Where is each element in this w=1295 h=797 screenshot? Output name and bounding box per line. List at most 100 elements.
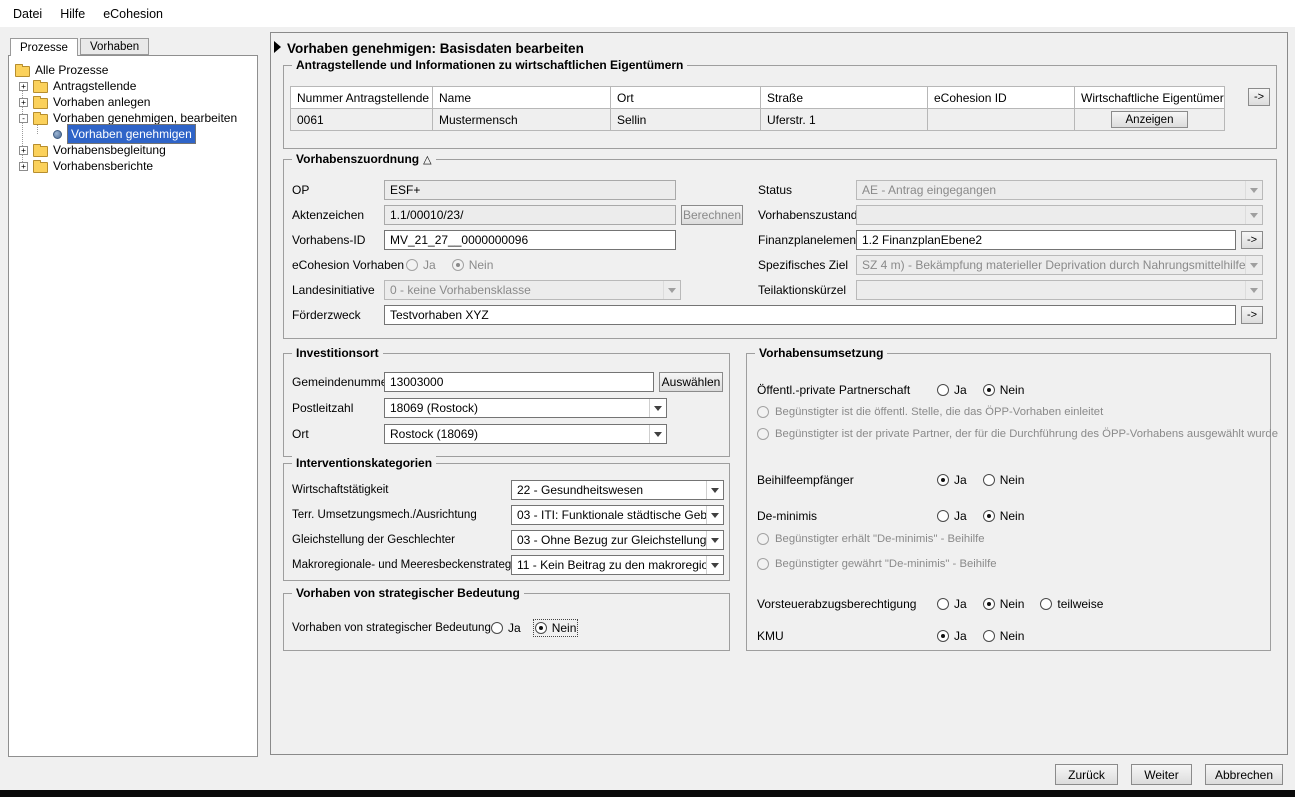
menu-ecohesion[interactable]: eCohesion bbox=[94, 3, 172, 25]
finanzplanelement-goto-button[interactable]: -> bbox=[1241, 231, 1263, 249]
tree-item-label[interactable]: Antragstellende bbox=[53, 79, 136, 93]
folder-icon bbox=[15, 66, 30, 77]
ecohesion-nein-radio[interactable]: Nein bbox=[452, 258, 494, 272]
foerderzweck-goto-button[interactable]: -> bbox=[1241, 306, 1263, 324]
gleichstellung-select[interactable]: 03 - Ohne Bezug zur Gleichstellung ... bbox=[511, 530, 724, 550]
interventionskategorien-groupbox: Interventionskategorien Wirtschaftstätig… bbox=[283, 463, 730, 581]
oepp-nein-radio[interactable]: Nein bbox=[983, 383, 1025, 397]
ort-label: Ort bbox=[292, 427, 384, 441]
foerderzweck-field[interactable]: Testvorhaben XYZ bbox=[384, 305, 1236, 325]
cell-eigentuemer: Anzeigen bbox=[1075, 109, 1225, 131]
folder-icon bbox=[33, 82, 48, 93]
tab-vorhaben[interactable]: Vorhaben bbox=[80, 38, 149, 55]
tree-item-label-selected[interactable]: Vorhaben genehmigen bbox=[67, 124, 196, 144]
expand-icon[interactable]: + bbox=[19, 146, 28, 155]
deminimis-sub2-option: Begünstigter gewährt "De-minimis" - Beih… bbox=[757, 556, 997, 572]
abbrechen-button[interactable]: Abbrechen bbox=[1205, 764, 1283, 785]
landesinitiative-select[interactable]: 0 - keine Vorhabensklasse bbox=[384, 280, 681, 300]
deminimis-sub1-label: Begünstigter erhält "De-minimis" - Beihi… bbox=[775, 533, 985, 545]
umsetzung-legend: Vorhabensumsetzung bbox=[755, 346, 887, 360]
deminimis-sub2-radio[interactable] bbox=[757, 558, 769, 570]
applicant-row[interactable]: 0061 Mustermensch Sellin Uferstr. 1 Anze… bbox=[291, 109, 1225, 131]
oepp-sub1-option: Begünstigter ist die öffentl. Stelle, di… bbox=[757, 404, 1103, 420]
deminimis-nein-radio[interactable]: Nein bbox=[983, 509, 1025, 523]
oepp-sub2-radio[interactable] bbox=[757, 428, 769, 440]
menu-datei[interactable]: Datei bbox=[4, 3, 51, 25]
tree-item-label[interactable]: Alle Prozesse bbox=[35, 63, 108, 77]
tree-item-label[interactable]: Vorhaben anlegen bbox=[53, 95, 150, 109]
strategisch-ja-radio[interactable]: Ja bbox=[491, 621, 521, 635]
deminimis-sub1-option: Begünstigter erhält "De-minimis" - Beihi… bbox=[757, 531, 985, 547]
auswaehlen-button[interactable]: Auswählen bbox=[659, 372, 723, 392]
tree-item-antragstellende[interactable]: + Antragstellende bbox=[11, 78, 255, 94]
folder-icon bbox=[33, 146, 48, 157]
op-field: ESF+ bbox=[384, 180, 676, 200]
anzeigen-button[interactable]: Anzeigen bbox=[1111, 111, 1189, 128]
tree-item-label[interactable]: Vorhabensbegleitung bbox=[53, 143, 166, 157]
page-title: Vorhaben genehmigen: Basisdaten bearbeit… bbox=[287, 41, 584, 56]
zuordnung-groupbox: Vorhabenszuordnung△ OP ESF+ Aktenzeichen… bbox=[283, 159, 1277, 339]
spezifisches-ziel-select[interactable]: SZ 4 m) - Bekämpfung materieller Depriva… bbox=[856, 255, 1263, 275]
finanzplanelement-label: Finanzplanelement bbox=[758, 233, 856, 247]
expand-icon[interactable]: + bbox=[19, 82, 28, 91]
tab-prozesse[interactable]: Prozesse bbox=[10, 38, 78, 56]
berechnen-button[interactable]: Berechnen bbox=[681, 205, 743, 225]
chevron-down-icon bbox=[649, 399, 666, 417]
vorsteuer-nein-radio[interactable]: Nein bbox=[983, 597, 1025, 611]
kmu-nein-radio[interactable]: Nein bbox=[983, 629, 1025, 643]
teilaktionskuerzel-label: Teilaktionskürzel bbox=[758, 283, 856, 297]
menubar: Datei Hilfe eCohesion bbox=[0, 0, 1295, 27]
kmu-ja-radio[interactable]: Ja bbox=[937, 629, 967, 643]
zurueck-button[interactable]: Zurück bbox=[1055, 764, 1118, 785]
vorhabenszustand-label: Vorhabenszustand bbox=[758, 208, 856, 222]
vorhabenszustand-select[interactable] bbox=[856, 205, 1263, 225]
gemeindenummer-field[interactable]: 13003000 bbox=[384, 372, 654, 392]
ort-select[interactable]: Rostock (18069) bbox=[384, 424, 667, 444]
sidebar-tabs: Prozesse Vorhaben bbox=[10, 38, 151, 56]
status-select[interactable]: AE - Antrag eingegangen bbox=[856, 180, 1263, 200]
beihilfeempfaenger-label: Beihilfeempfänger bbox=[757, 473, 937, 487]
oepp-sub1-radio[interactable] bbox=[757, 406, 769, 418]
tree-item-alle-prozesse[interactable]: Alle Prozesse bbox=[11, 62, 255, 78]
beihilfe-nein-radio[interactable]: Nein bbox=[983, 473, 1025, 487]
deminimis-label: De-minimis bbox=[757, 509, 937, 523]
applicants-goto-button[interactable]: -> bbox=[1248, 88, 1270, 106]
ecohesion-ja-radio[interactable]: Ja bbox=[406, 258, 436, 272]
deminimis-sub1-radio[interactable] bbox=[757, 533, 769, 545]
investitionsort-groupbox: Investitionsort Gemeindenummer 13003000 … bbox=[283, 353, 730, 457]
radio-icon bbox=[1040, 598, 1052, 610]
radio-icon bbox=[937, 384, 949, 396]
process-node-icon bbox=[53, 130, 62, 139]
tree-item-label[interactable]: Vorhaben genehmigen, bearbeiten bbox=[53, 111, 237, 125]
collapse-sidebar-icon[interactable] bbox=[274, 41, 281, 53]
chevron-down-icon bbox=[1245, 256, 1262, 274]
tree-item-vorhabensbegleitung[interactable]: + Vorhabensbegleitung bbox=[11, 142, 255, 158]
expand-icon[interactable]: + bbox=[19, 162, 28, 171]
menu-hilfe[interactable]: Hilfe bbox=[51, 3, 94, 25]
tree-item-vorhabensberichte[interactable]: + Vorhabensberichte bbox=[11, 158, 255, 174]
finanzplanelement-field[interactable]: 1.2 FinanzplanEbene2 bbox=[856, 230, 1236, 250]
vorsteuer-teilweise-radio[interactable]: teilweise bbox=[1040, 597, 1103, 611]
tree-item-vorhaben-genehmigen[interactable]: Vorhaben genehmigen bbox=[11, 126, 255, 142]
weiter-button[interactable]: Weiter bbox=[1131, 764, 1192, 785]
beihilfe-ja-radio[interactable]: Ja bbox=[937, 473, 967, 487]
foerderzweck-label: Förderzweck bbox=[292, 308, 384, 322]
vorsteuer-ja-radio[interactable]: Ja bbox=[937, 597, 967, 611]
terr-umsetzung-select[interactable]: 03 - ITI: Funktionale städtische Gebi... bbox=[511, 505, 724, 525]
vorsteuer-label: Vorsteuerabzugsberechtigung bbox=[757, 597, 937, 611]
postleitzahl-select[interactable]: 18069 (Rostock) bbox=[384, 398, 667, 418]
terr-umsetzung-label: Terr. Umsetzungsmech./Ausrichtung bbox=[292, 509, 511, 521]
oepp-label: Öffentl.-private Partnerschaft bbox=[757, 383, 937, 397]
collapse-icon[interactable]: - bbox=[19, 114, 28, 123]
tree-item-vorhaben-anlegen[interactable]: + Vorhaben anlegen bbox=[11, 94, 255, 110]
tree-item-label[interactable]: Vorhabensberichte bbox=[53, 159, 153, 173]
expand-icon[interactable]: + bbox=[19, 98, 28, 107]
radio-icon bbox=[757, 428, 769, 440]
wirtschaftstaetigkeit-select[interactable]: 22 - Gesundheitswesen bbox=[511, 480, 724, 500]
strategisch-nein-radio[interactable]: Nein bbox=[535, 621, 577, 635]
teilaktionskuerzel-select[interactable] bbox=[856, 280, 1263, 300]
radio-label: Nein bbox=[1000, 597, 1025, 611]
oepp-ja-radio[interactable]: Ja bbox=[937, 383, 967, 397]
deminimis-ja-radio[interactable]: Ja bbox=[937, 509, 967, 523]
makroregional-select[interactable]: 11 - Kein Beitrag zu den makroregio... bbox=[511, 555, 724, 575]
